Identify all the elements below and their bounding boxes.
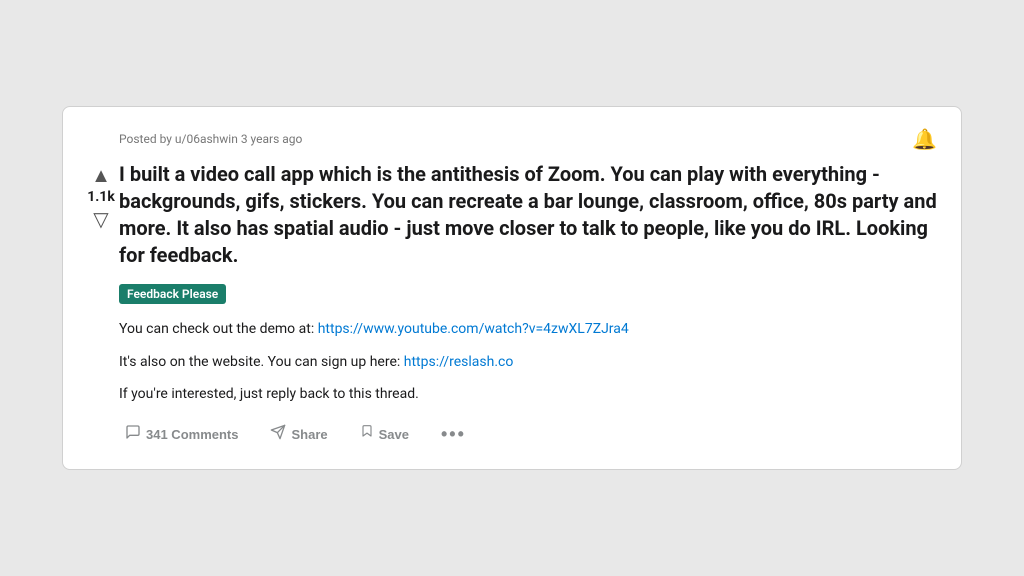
vote-section: ▲ 1.1k ▽ <box>83 161 119 231</box>
comments-label: 341 Comments <box>146 427 238 442</box>
post-card: Posted by u/06ashwin 3 years ago 🔔 ▲ 1.1… <box>62 106 962 469</box>
website-link[interactable]: https://reslash.co <box>404 354 514 370</box>
paragraph-2-prefix: It's also on the website. You can sign u… <box>119 354 404 370</box>
posted-by: Posted by u/06ashwin 3 years ago <box>119 132 302 146</box>
post-title: I built a video call app which is the an… <box>119 161 937 269</box>
share-icon <box>270 424 286 445</box>
bell-icon[interactable]: 🔔 <box>912 127 937 151</box>
actions-row: 341 Comments Share Save ••• <box>119 420 937 449</box>
comment-icon <box>125 424 141 445</box>
paragraph-2: It's also on the website. You can sign u… <box>119 351 937 373</box>
save-button[interactable]: Save <box>354 420 415 449</box>
post-body: I built a video call app which is the an… <box>119 161 937 448</box>
paragraph-3: If you're interested, just reply back to… <box>119 383 937 405</box>
upvote-button[interactable]: ▲ <box>91 163 111 187</box>
more-options-button[interactable]: ••• <box>435 420 472 449</box>
share-label: Share <box>291 427 327 442</box>
main-content: ▲ 1.1k ▽ I built a video call app which … <box>83 161 937 448</box>
paragraph-1-prefix: You can check out the demo at: <box>119 321 318 337</box>
comments-button[interactable]: 341 Comments <box>119 420 244 449</box>
top-row: Posted by u/06ashwin 3 years ago 🔔 <box>83 127 937 151</box>
save-label: Save <box>379 427 409 442</box>
paragraph-1: You can check out the demo at: https://w… <box>119 318 937 340</box>
share-button[interactable]: Share <box>264 420 333 449</box>
vote-count: 1.1k <box>87 189 115 205</box>
save-icon <box>360 424 374 445</box>
flair-badge[interactable]: Feedback Please <box>119 284 226 304</box>
downvote-button[interactable]: ▽ <box>93 207 108 231</box>
demo-link[interactable]: https://www.youtube.com/watch?v=4zwXL7ZJ… <box>318 321 629 337</box>
